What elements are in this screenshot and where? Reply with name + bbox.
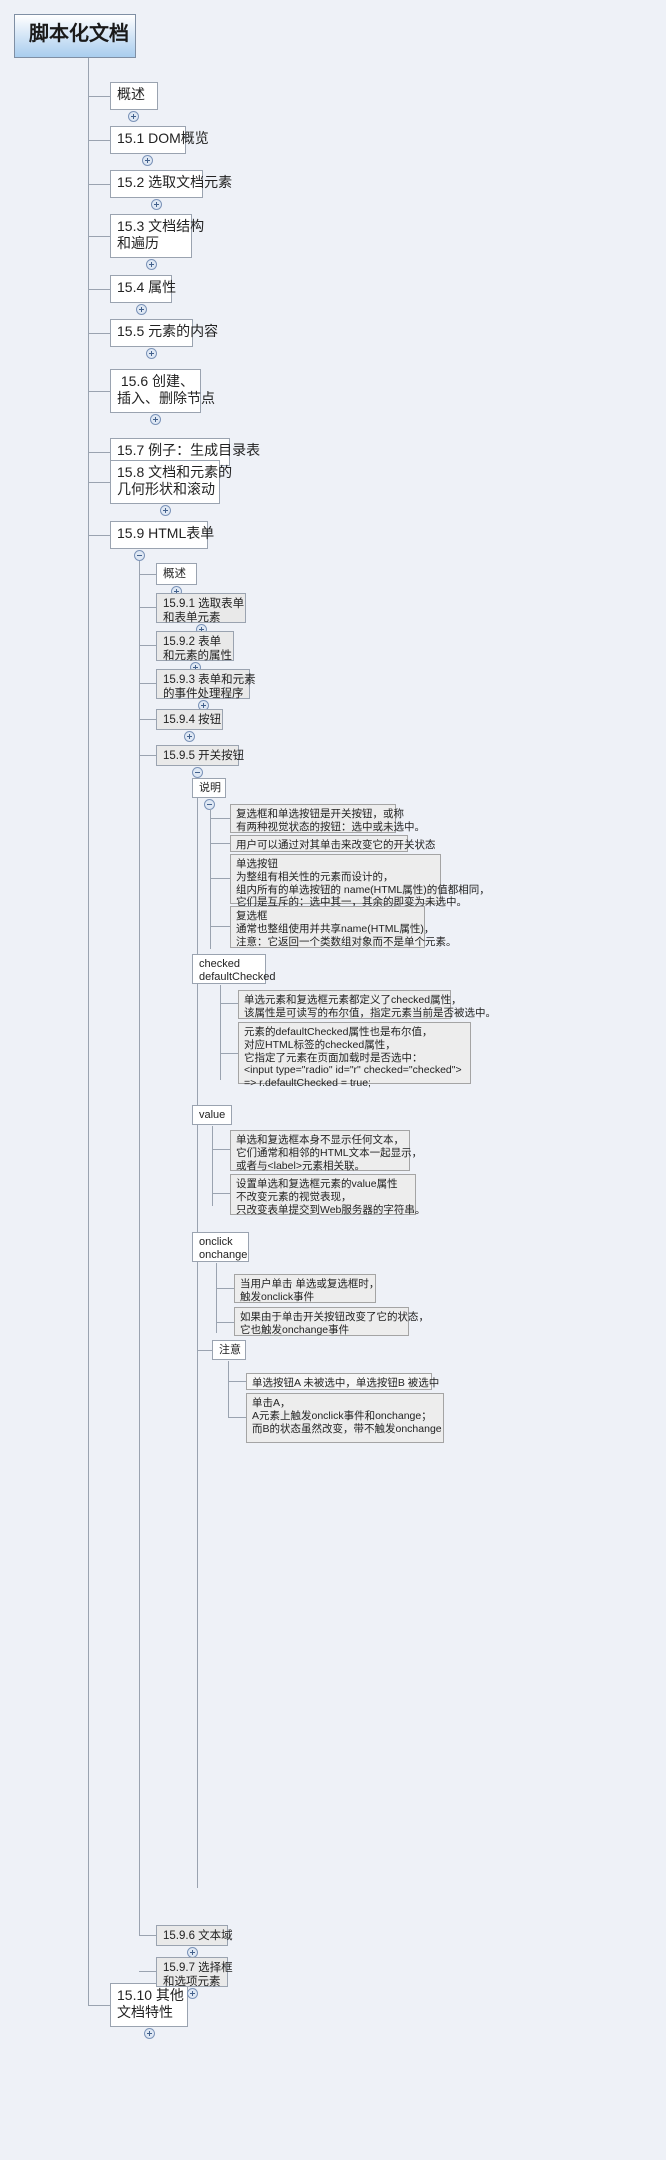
connector-d-note-2: [228, 1417, 246, 1418]
connector-shuoming-spine: [210, 809, 211, 949]
connector-15-9-spine: [139, 561, 140, 1936]
connector-l1-0: [88, 96, 110, 97]
connector-d-shuoming-2: [210, 843, 230, 844]
expander-15-1[interactable]: [142, 155, 153, 166]
node-15-6[interactable]: 15.6 创建、 插入、删除节点: [110, 369, 215, 413]
node-note[interactable]: 注意: [212, 1340, 246, 1360]
connector-l2-7: [139, 1971, 156, 1972]
connector-l3-4: [197, 1350, 212, 1351]
connector-l1-10: [88, 2005, 110, 2006]
connector-checked-spine: [220, 985, 221, 1080]
connector-l2-6: [139, 1935, 156, 1936]
expander-15-8[interactable]: [160, 505, 171, 516]
node-15-2[interactable]: 15.2 选取文档元素: [110, 170, 232, 198]
detail-note-2[interactable]: 单击A， A元素上触发onclick事件和onchange； 而B的状态虽然改变…: [246, 1393, 444, 1443]
node-15-3[interactable]: 15.3 文档结构 和遍历: [110, 214, 204, 258]
node-15-1[interactable]: 15.1 DOM概览: [110, 126, 209, 154]
connector-l1-3: [88, 236, 110, 237]
connector-d-value-2: [212, 1193, 230, 1194]
detail-onclick-1[interactable]: 当用户单击 单选或复选框时， 触发onclick事件: [234, 1274, 379, 1303]
connector-l1-2: [88, 184, 110, 185]
connector-root-spine: [88, 58, 89, 2005]
connector-d-checked-2: [220, 1053, 238, 1054]
expander-15-9-4[interactable]: [184, 731, 195, 742]
expander-15-4[interactable]: [136, 304, 147, 315]
detail-shuoming-2[interactable]: 用户可以通过对其单击来改变它的开关状态: [230, 835, 436, 852]
node-overview[interactable]: 概述: [110, 82, 158, 110]
node-15-9-5[interactable]: 15.9.5 开关按钮: [156, 745, 244, 766]
node-15-9-overview[interactable]: 概述: [156, 563, 197, 585]
connector-d-onclick-1: [216, 1288, 234, 1289]
expander-15-2[interactable]: [151, 199, 162, 210]
connector-d-shuoming-3: [210, 878, 230, 879]
expander-15-9[interactable]: [134, 550, 145, 561]
expander-15-6[interactable]: [150, 414, 161, 425]
node-15-10[interactable]: 15.10 其他 文档特性: [110, 1983, 188, 2027]
connector-l2-3: [139, 683, 156, 684]
node-checked[interactable]: checked defaultChecked: [192, 954, 275, 984]
connector-note-spine: [228, 1361, 229, 1418]
connector-l2-4: [139, 719, 156, 720]
node-15-5[interactable]: 15.5 元素的内容: [110, 319, 218, 347]
detail-checked-1[interactable]: 单选元素和复选框元素都定义了checked属性， 该属性是可读写的布尔值，指定元…: [238, 990, 496, 1019]
detail-shuoming-3[interactable]: 单选按钮 为整组有相关性的元素而设计的， 组内所有的单选按钮的 name(HTM…: [230, 854, 490, 908]
detail-value-1[interactable]: 单选和复选框本身不显示任何文本， 它们通常和相邻的HTML文本一起显示， 或者与…: [230, 1130, 422, 1172]
connector-l2-0: [139, 574, 156, 575]
mindmap-canvas: 脚本化文档 概述 15.1 DOM概览 15.2 选取文档元素 15.3 文档结…: [0, 0, 666, 2160]
node-15-9-1[interactable]: 15.9.1 选取表单 和表单元素: [156, 593, 246, 624]
connector-d-value-1: [212, 1149, 230, 1150]
expander-15-10[interactable]: [144, 2028, 155, 2039]
connector-d-shuoming-4: [210, 926, 230, 927]
node-15-9-4[interactable]: 15.9.4 按钮: [156, 709, 223, 730]
connector-l2-2: [139, 645, 156, 646]
connector-d-checked-1: [220, 1003, 238, 1004]
expander-15-9-5[interactable]: [192, 767, 203, 778]
node-shuoming[interactable]: 说明: [192, 778, 226, 798]
expander-15-3[interactable]: [146, 259, 157, 270]
detail-shuoming-1[interactable]: 复选框和单选按钮是开关按钮，或称 有两种视觉状态的按钮：选中或未选中。: [230, 804, 425, 833]
root-node[interactable]: 脚本化文档: [14, 14, 136, 58]
connector-value-spine: [212, 1126, 213, 1206]
connector-d-note-1: [228, 1381, 246, 1382]
node-value[interactable]: value: [192, 1105, 232, 1125]
connector-l1-9: [88, 535, 110, 536]
expander-15-5[interactable]: [146, 348, 157, 359]
node-onclick-onchange[interactable]: onclick onchange: [192, 1232, 249, 1262]
detail-value-2[interactable]: 设置单选和复选框元素的value属性 不改变元素的视觉表现， 只改变表单提交到W…: [230, 1174, 425, 1216]
connector-l2-1: [139, 607, 156, 608]
connector-l1-1: [88, 140, 110, 141]
connector-l1-7: [88, 452, 110, 453]
detail-checked-2[interactable]: 元素的defaultChecked属性也是布尔值， 对应HTML标签的check…: [238, 1022, 471, 1089]
node-15-9-2[interactable]: 15.9.2 表单 和元素的属性: [156, 631, 234, 662]
detail-shuoming-4[interactable]: 复选框 通常也整组使用并共享name(HTML属性)， 注意：它返回一个类数组对…: [230, 906, 457, 948]
node-15-9[interactable]: 15.9 HTML表单: [110, 521, 214, 549]
connector-15-9-5-spine: [197, 778, 198, 1888]
connector-l1-6: [88, 391, 110, 392]
detail-onclick-2[interactable]: 如果由于单击开关按钮改变了它的状态， 它也触发onchange事件: [234, 1307, 429, 1336]
node-15-9-6[interactable]: 15.9.6 文本域: [156, 1925, 233, 1946]
node-15-8[interactable]: 15.8 文档和元素的 几何形状和滚动: [110, 460, 232, 504]
connector-l1-4: [88, 289, 110, 290]
connector-d-onclick-2: [216, 1322, 234, 1323]
detail-note-1[interactable]: 单选按钮A 未被选中，单选按钮B 被选中: [246, 1373, 439, 1390]
node-15-9-3[interactable]: 15.9.3 表单和元素 的事件处理程序: [156, 669, 256, 700]
connector-l1-8: [88, 482, 110, 483]
connector-l1-5: [88, 333, 110, 334]
expander-overview[interactable]: [128, 111, 139, 122]
connector-d-shuoming-1: [210, 818, 230, 819]
node-15-4[interactable]: 15.4 属性: [110, 275, 176, 303]
connector-l2-5: [139, 755, 156, 756]
node-15-9-7[interactable]: 15.9.7 选择框 和选项元素: [156, 1957, 233, 1988]
expander-15-9-7[interactable]: [187, 1988, 198, 1999]
